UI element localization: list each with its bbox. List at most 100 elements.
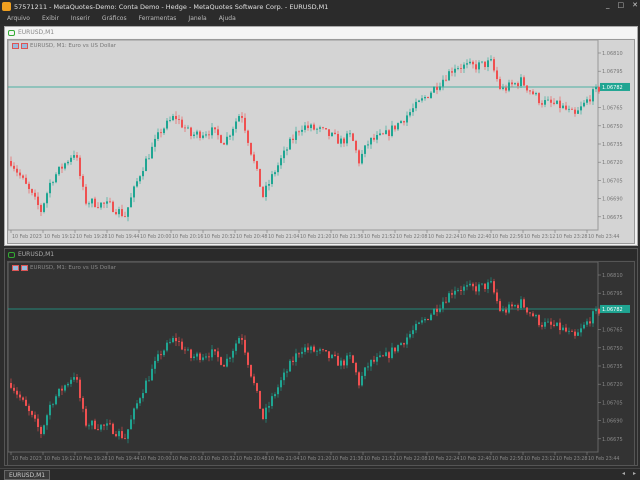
menu-janela[interactable]: Janela — [188, 15, 206, 22]
candle — [67, 160, 69, 166]
candle — [427, 96, 429, 99]
candlestick-chart[interactable]: 1.06810 1.06795 1.06765 1.06750 1.06735 1.067… — [8, 40, 634, 243]
candle — [586, 96, 588, 105]
candle — [403, 120, 405, 126]
candle — [91, 420, 93, 430]
candle — [328, 129, 330, 140]
candle — [415, 98, 417, 112]
candle — [526, 307, 528, 315]
candle — [193, 131, 195, 139]
close-button[interactable]: ✕ — [632, 1, 638, 9]
candle — [346, 130, 348, 147]
candle — [589, 95, 591, 105]
scroll-left-icon[interactable]: ◂ — [622, 470, 625, 477]
candle — [436, 304, 438, 317]
candle — [493, 278, 495, 295]
menu-inserir[interactable]: Inserir — [71, 15, 90, 22]
time-tick-label: 10 Feb 23:28 — [556, 234, 587, 240]
scroll-right-icon[interactable]: ▸ — [633, 470, 636, 477]
candle — [577, 107, 579, 115]
candle — [205, 131, 207, 138]
chart-label: EURUSD, M1: Euro vs US Dollar — [30, 43, 117, 49]
menu-graficos[interactable]: Gráficos — [102, 15, 127, 22]
candle — [388, 128, 390, 141]
candle — [64, 384, 66, 393]
candle — [547, 318, 549, 323]
candle — [13, 384, 15, 394]
candle — [187, 125, 189, 130]
chart-icon — [8, 251, 15, 258]
candle — [226, 132, 228, 146]
chart-area[interactable]: 1.06810 1.06795 1.06765 1.06750 1.06735 1.067… — [7, 39, 635, 244]
candle — [82, 396, 84, 413]
plot-frame — [8, 40, 599, 231]
candle — [19, 391, 21, 401]
candle — [124, 211, 126, 218]
menu-arquivo[interactable]: Arquivo — [7, 15, 30, 22]
candle — [268, 401, 270, 413]
minimize-button[interactable]: _ — [606, 1, 610, 9]
candle — [388, 350, 390, 363]
menu-bar: Arquivo Exibir Inserir Gráficos Ferramen… — [0, 13, 640, 24]
candle — [196, 129, 198, 139]
maximize-button[interactable]: □ — [618, 1, 625, 9]
candle — [403, 342, 405, 348]
candle — [394, 125, 396, 132]
candle — [538, 314, 540, 328]
candle — [58, 388, 60, 399]
candle — [229, 356, 231, 363]
candle — [535, 91, 537, 96]
candle — [139, 397, 141, 407]
candle — [457, 65, 459, 71]
time-tick-label: 10 Feb 2023 — [12, 234, 42, 240]
candle — [61, 163, 63, 174]
time-tick-label: 10 Feb 22:08 — [396, 456, 427, 462]
candle — [553, 98, 555, 106]
price-tick-label: 1.06675 — [602, 437, 623, 443]
candle — [163, 127, 165, 136]
candle — [262, 408, 264, 421]
candle — [586, 318, 588, 327]
candle — [343, 358, 345, 369]
menu-ajuda[interactable]: Ajuda — [219, 15, 236, 22]
candle — [259, 168, 261, 187]
menu-ferramentas[interactable]: Ferramentas — [139, 15, 177, 22]
time-tick-label: 10 Feb 21:36 — [332, 456, 363, 462]
candle — [22, 174, 24, 180]
candle — [442, 75, 444, 91]
chart-area[interactable]: 1.06810 1.06795 1.06765 1.06750 1.06735 1.067… — [7, 261, 635, 466]
candle — [541, 322, 543, 330]
candle — [31, 188, 33, 196]
candle — [190, 348, 192, 362]
candle — [145, 378, 147, 394]
candle — [223, 364, 225, 367]
candle — [466, 59, 468, 69]
candle — [112, 422, 114, 435]
candle — [574, 107, 576, 117]
time-tick-label: 10 Feb 19:44 — [108, 456, 139, 462]
candle — [73, 372, 75, 382]
time-tick-label: 10 Feb 22:40 — [460, 456, 491, 462]
candle — [25, 396, 27, 407]
candle — [178, 336, 180, 347]
candle — [304, 344, 306, 355]
candle — [103, 202, 105, 209]
candlestick-chart[interactable]: 1.06810 1.06795 1.06765 1.06750 1.06735 1.067… — [8, 262, 634, 465]
candle — [49, 179, 51, 198]
candle — [475, 282, 477, 295]
trade-icon — [12, 265, 19, 271]
candle — [313, 122, 315, 131]
chart-tab[interactable]: EURUSD,M1 — [4, 470, 51, 480]
candle — [151, 142, 153, 159]
menu-exibir[interactable]: Exibir — [42, 15, 59, 22]
candle — [574, 329, 576, 339]
candle — [445, 74, 447, 82]
time-tick-label: 10 Feb 21:36 — [332, 234, 363, 240]
time-tick-label: 10 Feb 21:20 — [300, 456, 331, 462]
candle — [481, 61, 483, 64]
candle — [310, 123, 312, 132]
candle — [349, 352, 351, 360]
candle — [61, 385, 63, 396]
candle — [82, 174, 84, 191]
candle — [196, 351, 198, 361]
